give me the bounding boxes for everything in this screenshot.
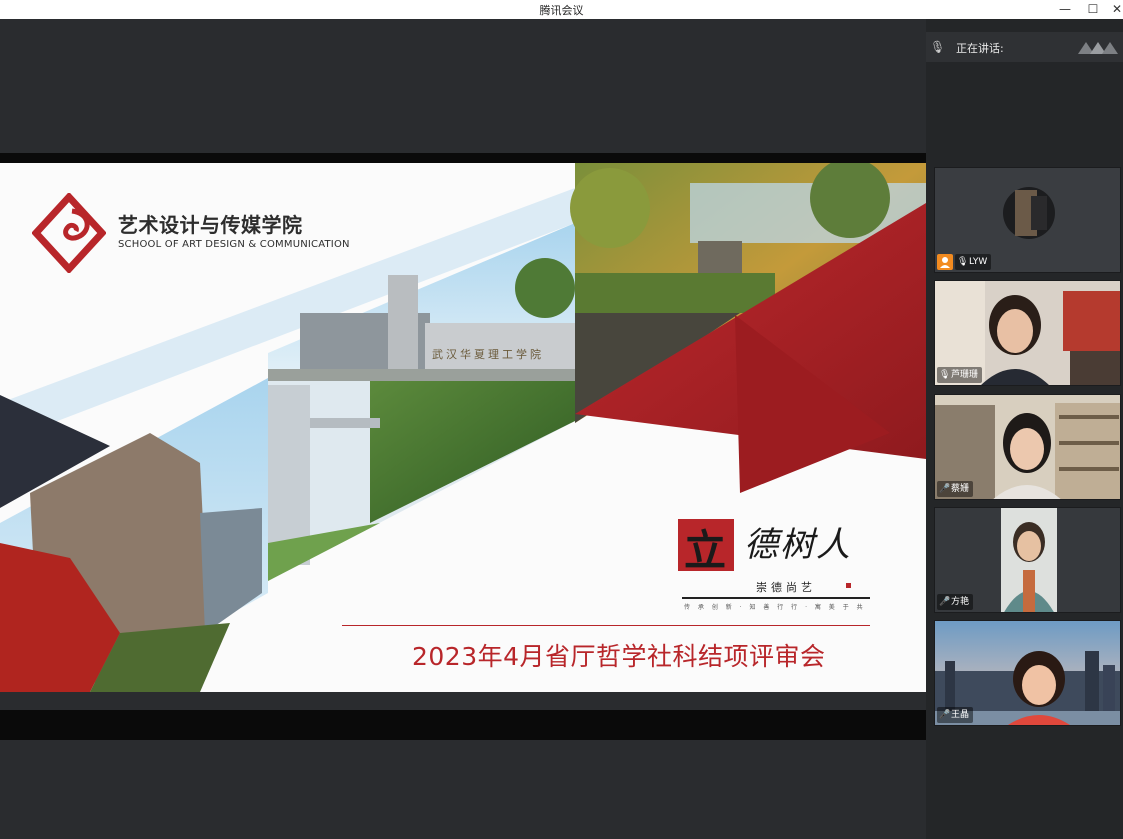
building-sign: 武汉华夏理工学院 [432,347,544,361]
participant-name: 蔡姗 [951,484,970,494]
participant-name: LYW [969,257,988,267]
participant-name: 芦珊珊 [951,370,979,380]
gate-wall [425,323,575,371]
calligraphy-chars: 德树人 [744,525,852,565]
school-logo-icon [32,193,106,273]
school-name-en: SCHOOL OF ART DESIGN & COMMUNICATION [118,239,350,250]
participant-name-tag: 🎤蔡姗 [937,481,974,497]
speaking-indicator: 🎙 正在讲话: [926,32,1123,62]
mic-icon: 🎤 [939,484,951,494]
calligraphy-subtitle: 崇德尚艺 [756,581,816,594]
participant-name-tag: 🎤王晶 [937,707,974,723]
participant-tile-cai[interactable]: 🎤蔡姗 [934,394,1121,500]
gate-tree [515,258,575,318]
participant-name-tag: 🎙芦珊珊 [937,367,983,383]
participant-name: 方艳 [951,597,970,607]
calligraphy-motto: 立 德树人 崇德尚艺 传 承 创 新 · 知 善 行 行 · 寓 美 于 共 [678,515,873,611]
participant-tile-lyw[interactable]: 🎙LYW [934,167,1121,273]
title-bar: 腾讯会议 — ☐ ✕ [0,0,1123,19]
maximize-button[interactable]: ☐ [1084,1,1102,17]
gate-ground [268,369,575,381]
autumn-tree [570,168,650,248]
host-badge-icon [937,254,953,270]
title-divider [342,625,870,626]
ivy-wall [370,381,575,523]
minimize-button[interactable]: — [1056,1,1074,17]
slide-title: 2023年4月省厅哲学社科结项评审会 [412,642,826,671]
building-glass [200,508,262,633]
calligraphy-dot [846,583,851,588]
participant-tile-wang[interactable]: 🎤王晶 [934,620,1121,726]
calligraphy-mini-text: 传 承 创 新 · 知 善 行 行 · 寓 美 于 共 [684,604,866,611]
letterbox-bottom [0,710,926,740]
mic-muted-icon: 🎙 [930,40,946,54]
window-title: 腾讯会议 [539,4,584,17]
speaking-label: 正在讲话: [956,42,1004,55]
calligraphy-rule [682,597,870,599]
mic-muted-icon: 🎙 [939,370,951,380]
calligraphy-seal-glyph: 立 [684,526,727,575]
participant-tile-lu[interactable]: 🎙芦珊珊 [934,280,1121,386]
participant-name: 王晶 [951,710,970,720]
participant-sidebar: 🎙 正在讲话: 🎙LYW 🎙芦珊珊 🎤蔡姗 🎤方艳 🎤王晶 [926,19,1123,839]
participant-tile-fang[interactable]: 🎤方艳 [934,507,1121,613]
presentation-slide: 武汉华夏理工学院 艺术设计与传媒学院 SCHOOL OF ART DESIGN … [0,163,926,692]
mic-icon: 🎤 [939,710,951,720]
gate-tower [388,275,418,381]
mic-icon: 🎤 [939,597,951,607]
school-name-cn: 艺术设计与传媒学院 [118,213,303,237]
ivy-canopy [310,418,380,428]
participant-name-tag: 🎙LYW [955,254,992,270]
tencent-meeting-logo-icon [1078,42,1118,54]
autumn-lawn [575,273,775,313]
close-button[interactable]: ✕ [1108,1,1123,17]
participant-name-tag: 🎤方艳 [937,594,974,610]
mic-muted-icon: 🎙 [957,257,969,267]
